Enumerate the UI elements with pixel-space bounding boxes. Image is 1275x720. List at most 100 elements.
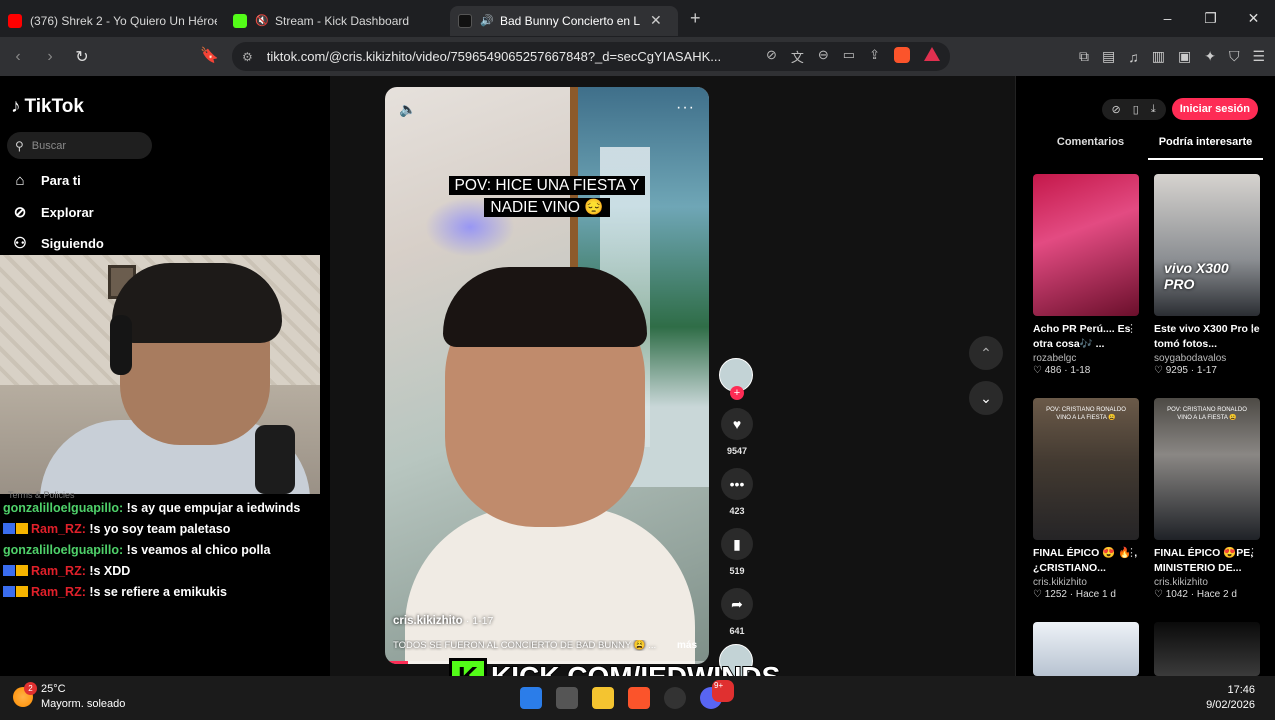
new-tab-button[interactable]: + — [690, 8, 701, 29]
brave-shields-icon[interactable] — [894, 47, 910, 63]
video-thumbnail[interactable]: POV: CRISTIANO RONALDO VINO A LA FIESTA … — [1154, 398, 1260, 540]
share-count: 641 — [729, 626, 745, 636]
search-input[interactable]: ⚲ Buscar — [7, 132, 152, 159]
login-button[interactable]: Iniciar sesión — [1171, 98, 1258, 120]
author-avatar[interactable]: + — [719, 358, 753, 400]
maximize-button[interactable]: ❐ — [1189, 0, 1232, 37]
back-icon[interactable]: ‹ — [4, 48, 32, 66]
more-link[interactable]: más — [677, 640, 697, 651]
like-action[interactable]: ♥ 9547 — [719, 408, 755, 456]
site-settings-icon[interactable]: ⚙ — [242, 50, 253, 64]
tiktok-logo[interactable]: ♪ TikTok — [11, 96, 84, 118]
close-tab-icon[interactable]: ✕ — [650, 12, 662, 29]
reload-icon[interactable]: ↻ — [68, 47, 96, 67]
weather-widget[interactable]: 2 25°C Mayorm. soleado — [13, 682, 125, 712]
nav-item-explorar[interactable]: ⊘ Explorar — [11, 203, 94, 221]
no-tracking-icon[interactable]: ⊘ — [766, 47, 777, 66]
sidebar-icon[interactable]: ▥ — [1152, 48, 1165, 65]
brave-browser-icon[interactable] — [628, 687, 650, 709]
chat-message: Ram_RZ: !s yo soy team paletaso — [3, 519, 323, 540]
translate-icon[interactable]: 文 — [791, 47, 804, 66]
screen: (376) Shrek 2 - Yo Quiero Un Héroe ( 🔇 S… — [0, 0, 1275, 720]
zoom-icon[interactable]: ⊖ — [818, 47, 829, 66]
media-icon[interactable]: ♫ — [1128, 49, 1139, 65]
windows-start-icon[interactable] — [520, 687, 542, 709]
next-video-button[interactable]: ⌄ — [969, 381, 1003, 415]
chat-message: Ram_RZ: !s se refiere a emikukis — [3, 582, 323, 603]
card-menu-icon[interactable]: ⋮ — [1247, 322, 1258, 335]
video-card[interactable]: POV: CRISTIANO RONALDO VINO A LA FIESTA … — [1033, 398, 1139, 600]
task-view-icon[interactable] — [556, 687, 578, 709]
card-menu-icon[interactable]: ⋮ — [1247, 546, 1258, 559]
tab-kick-dashboard[interactable]: 🔇 Stream - Kick Dashboard — [225, 6, 450, 36]
follow-plus-icon[interactable]: + — [730, 386, 744, 400]
tab-youtube[interactable]: (376) Shrek 2 - Yo Quiero Un Héroe ( — [0, 6, 225, 36]
search-icon: ⚲ — [15, 138, 24, 153]
previous-video-button[interactable]: ⌃ — [969, 336, 1003, 370]
video-author[interactable]: cris.kikizhito · 1-17 — [393, 615, 493, 627]
system-clock[interactable]: 17:46 9/02/2026 — [1206, 683, 1255, 713]
nav-item-siguiendo[interactable]: ⚇ Siguiendo — [11, 234, 104, 252]
bookmark-save-icon[interactable]: ▮ — [721, 528, 753, 560]
video-thumbnail[interactable] — [1154, 622, 1260, 676]
obs-icon[interactable] — [664, 687, 686, 709]
more-options-icon[interactable]: ··· — [676, 99, 695, 117]
video-card[interactable] — [1154, 622, 1260, 676]
tiktok-icon — [458, 13, 472, 28]
forward-icon[interactable]: › — [36, 48, 64, 66]
nav-label: Siguiendo — [41, 235, 104, 251]
file-explorer-icon[interactable] — [592, 687, 614, 709]
device-icon[interactable]: ▯ — [1133, 103, 1139, 116]
bookmark-icon[interactable]: 🔖 — [200, 46, 219, 64]
weather-temp: 25°C — [41, 683, 66, 695]
comment-icon[interactable]: ••• — [721, 468, 753, 500]
volume-icon[interactable]: 🔈 — [399, 101, 416, 118]
extensions-icon[interactable]: ⧉ — [1079, 48, 1089, 65]
youtube-icon — [8, 13, 22, 28]
comment-action[interactable]: ••• 423 — [719, 468, 755, 516]
close-window-button[interactable]: ✕ — [1232, 0, 1275, 37]
video-thumbnail[interactable] — [1033, 622, 1139, 676]
nav-item-para-ti[interactable]: ⌂ Para ti — [11, 172, 80, 189]
tab-tiktok[interactable]: 🔊 Bad Bunny Concierto en Lima ✕ — [450, 5, 678, 36]
muted-icon: 🔇 — [255, 14, 269, 27]
video-thumbnail[interactable] — [1033, 174, 1139, 316]
address-bar[interactable]: ⚙ tiktok.com/@cris.kikizhito/video/75965… — [232, 42, 950, 71]
download-icon[interactable]: ⤓ — [1151, 103, 1156, 116]
chat-username: gonzalilloelguapillo: — [3, 543, 124, 557]
card-author[interactable]: cris.kikizhito — [1033, 577, 1139, 588]
wallet-icon[interactable]: ▣ — [1178, 48, 1191, 65]
share-action[interactable]: ➦ 641 — [719, 588, 755, 636]
brave-rewards-icon[interactable] — [924, 47, 940, 61]
coin-icon[interactable]: ⊘ — [1112, 103, 1121, 116]
video-card[interactable] — [1033, 622, 1139, 676]
reader-icon[interactable]: ▤ — [1102, 48, 1115, 65]
leo-ai-icon[interactable]: ✦ — [1204, 48, 1216, 65]
video-card[interactable]: POV: CRISTIANO RONALDO VINO A LA FIESTA … — [1154, 398, 1260, 600]
card-menu-icon[interactable]: ⋮ — [1126, 322, 1137, 335]
discord-icon[interactable]: 9+ — [700, 680, 734, 709]
card-author[interactable]: soygabodavalos — [1154, 353, 1260, 364]
card-author[interactable]: rozabelgc — [1033, 353, 1139, 364]
video-player[interactable]: 🔈 ··· POV: HICE UNA FIESTA Y NADIE VINO … — [385, 87, 709, 664]
tab-comentarios[interactable]: Comentarios — [1033, 136, 1148, 160]
vpn-icon[interactable]: ⛉ — [1229, 48, 1240, 65]
discord-badge: 9+ — [712, 680, 734, 702]
video-description: TODOS SE FUERON AL CONCIERTO DE BAD BUNN… — [393, 640, 657, 651]
minimize-button[interactable]: – — [1146, 0, 1189, 37]
share-icon[interactable]: ⇪ — [869, 47, 880, 66]
cast-icon[interactable]: ▭ — [843, 47, 855, 66]
video-card[interactable]: vivo X300 PRO Este vivo X300 Pro le tomó… — [1154, 174, 1260, 376]
video-thumbnail[interactable]: POV: CRISTIANO RONALDO VINO A LA FIESTA … — [1033, 398, 1139, 540]
url-text: tiktok.com/@cris.kikizhito/video/7596549… — [266, 49, 722, 64]
card-menu-icon[interactable]: ⋮ — [1126, 546, 1137, 559]
card-author[interactable]: cris.kikizhito — [1154, 577, 1260, 588]
video-thumbnail[interactable]: vivo X300 PRO — [1154, 174, 1260, 316]
notification-badge: 2 — [24, 682, 37, 695]
video-card[interactable]: Acho PR Perú.... Es otra cosa🎶 ... rozab… — [1033, 174, 1139, 376]
save-action[interactable]: ▮ 519 — [719, 528, 755, 576]
heart-icon[interactable]: ♥ — [721, 408, 753, 440]
menu-icon[interactable]: ☰ — [1252, 48, 1265, 65]
tab-podria-interesarte[interactable]: Podría interesarte — [1148, 136, 1263, 160]
share-arrow-icon[interactable]: ➦ — [721, 588, 753, 620]
